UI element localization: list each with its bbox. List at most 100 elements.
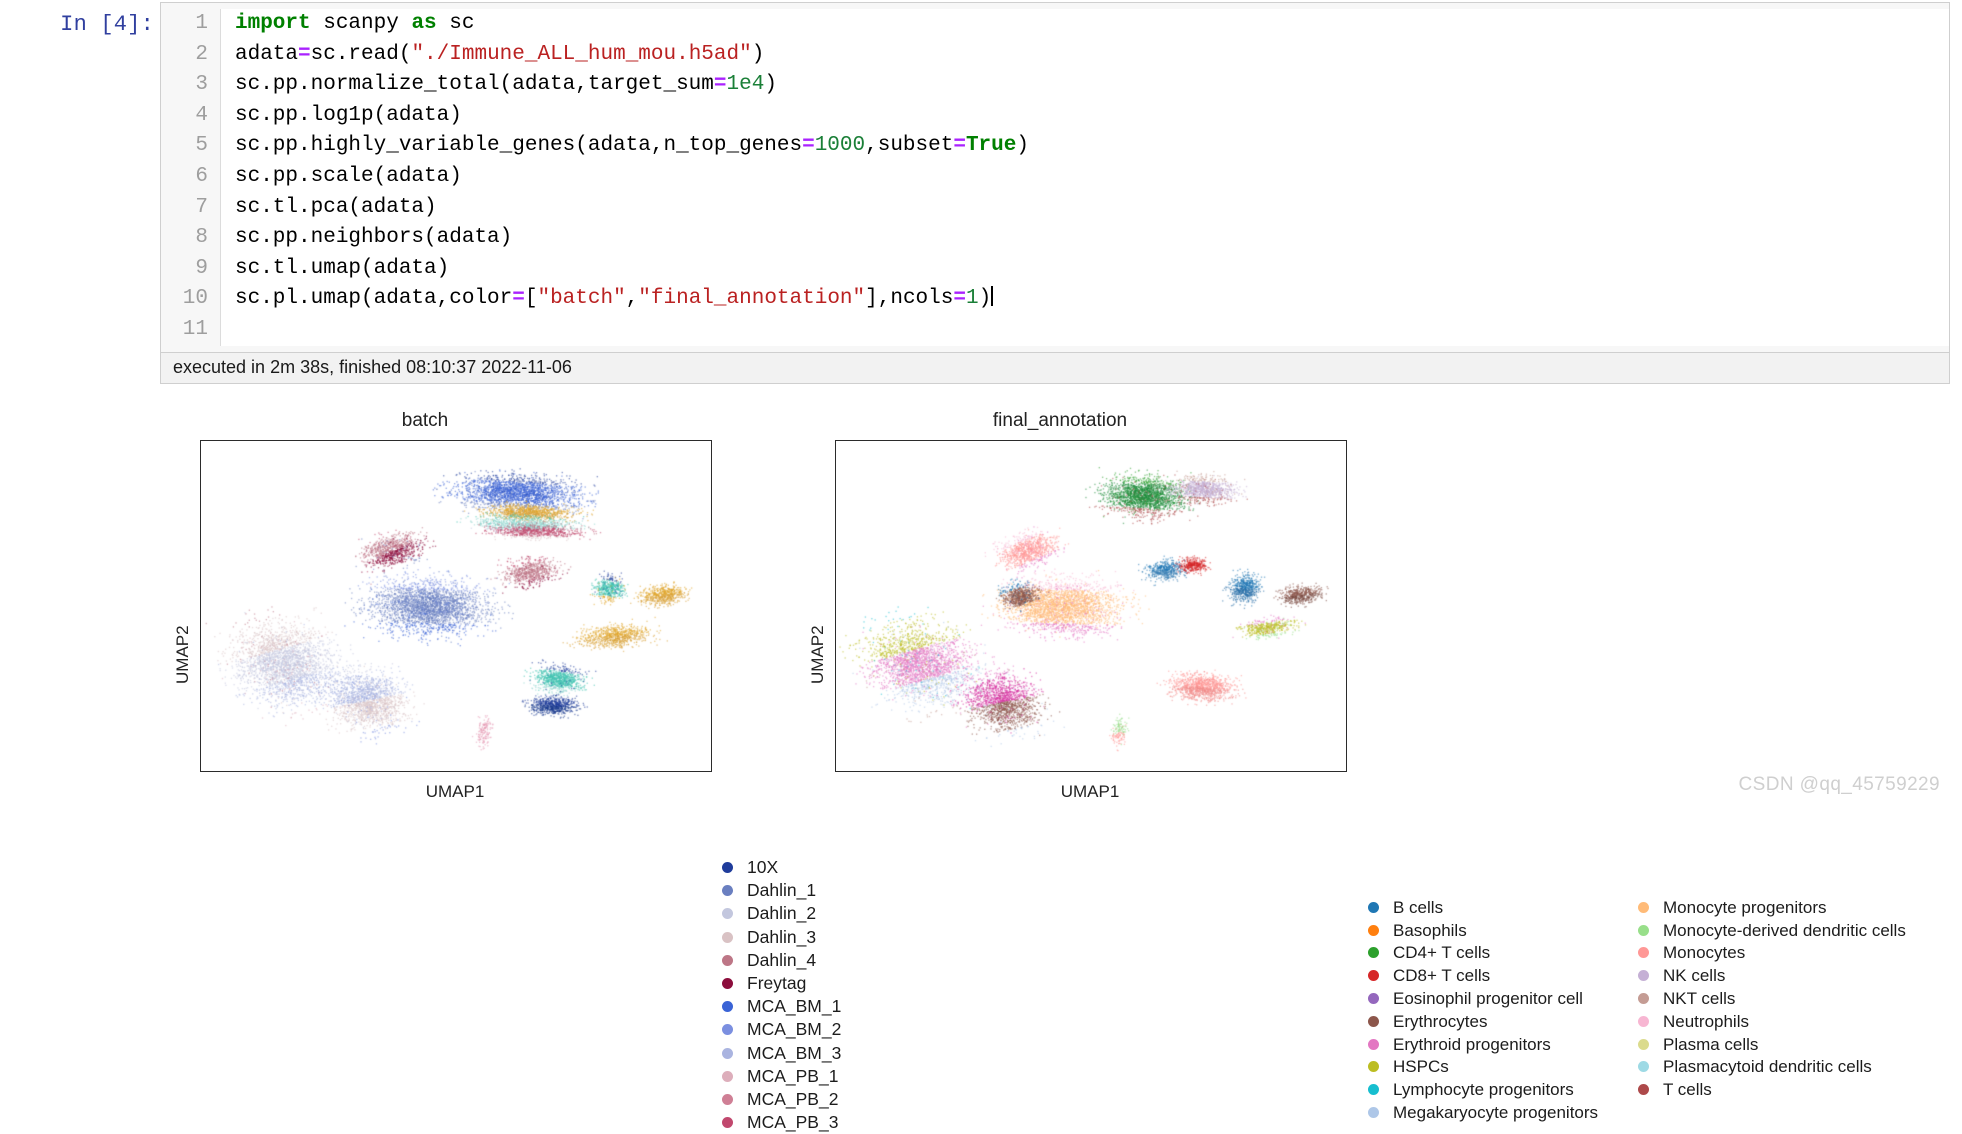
axes-final-annotation	[835, 440, 1347, 772]
legend-color-dot-icon	[722, 1024, 733, 1036]
figure-output: batch UMAP2 UMAP1 10X Dahlin_1 Dahlin_2 Dah…	[0, 404, 1962, 1132]
legend-item-label: MCA_PB_1	[747, 1065, 839, 1086]
code-lines[interactable]: import scanpy as sc adata=sc.read("./Immu…	[221, 9, 1949, 346]
line-number: 2	[195, 42, 208, 66]
legend-color-dot-icon	[1638, 993, 1649, 1005]
cell-prompt-label: In [4]:	[60, 12, 154, 37]
legend-item-label: Plasma cells	[1663, 1034, 1759, 1054]
legend-color-dot-icon	[1638, 947, 1649, 959]
legend-item-label: Monocyte-derived dendritic cells	[1663, 920, 1906, 940]
legend-item-label: Freytag	[747, 972, 807, 993]
legend-item-label: CD4+ T cells	[1393, 943, 1491, 963]
legend-color-dot-icon	[722, 931, 733, 943]
code-line[interactable]: sc.pp.log1p(adata)	[235, 101, 1949, 132]
line-number: 4	[195, 103, 208, 127]
line-number: 9	[195, 256, 208, 280]
legend-item-label: Lymphocyte progenitors	[1393, 1080, 1574, 1100]
legend-color-dot-icon	[722, 1117, 733, 1129]
legend-item-label: MCA_BM_1	[747, 996, 842, 1017]
panel-batch: batch UMAP2 UMAP1	[155, 404, 715, 810]
legend-item: Eosinophil progenitor cell	[1368, 987, 1598, 1010]
code-line[interactable]: sc.pp.normalize_total(adata,target_sum=1…	[235, 70, 1949, 101]
legend-item: HSPCs	[1368, 1056, 1598, 1079]
code-line[interactable]	[235, 315, 1949, 346]
line-number-gutter: 1 2 3 4 5 6 7 8 9 10 11	[161, 9, 221, 346]
legend-item-label: Eosinophil progenitor cell	[1393, 988, 1583, 1008]
legend-item-label: Erythrocytes	[1393, 1011, 1488, 1031]
legend-item: Monocyte-derived dendritic cells	[1638, 919, 1906, 942]
legend-batch: 10X Dahlin_1 Dahlin_2 Dahlin_3 Dahlin_4 Freyt…	[722, 856, 841, 1134]
legend-item: T cells	[1638, 1078, 1906, 1101]
notebook-page: In [4]: 1 2 3 4 5 6 7 8 9 10 11 import scanpy as s…	[0, 0, 1962, 1132]
legend-color-dot-icon	[722, 1001, 733, 1013]
code-line[interactable]: sc.pp.highly_variable_genes(adata,n_top_…	[235, 131, 1949, 162]
legend-item: Monocytes	[1638, 942, 1906, 965]
legend-item: MCA_PB_3	[722, 1111, 841, 1134]
legend-item-label: Dahlin_3	[747, 926, 817, 947]
legend-item: Neutrophils	[1638, 1010, 1906, 1033]
legend-item-label: Dahlin_4	[747, 949, 817, 970]
legend-item-label: NKT cells	[1663, 988, 1736, 1008]
legend-item: Plasma cells	[1638, 1033, 1906, 1056]
legend-color-dot-icon	[722, 978, 733, 990]
legend-item-label: MCA_BM_3	[747, 1042, 842, 1063]
legend-item: NK cells	[1638, 964, 1906, 987]
legend-item-label: Basophils	[1393, 920, 1467, 940]
legend-item-label: MCA_PB_3	[747, 1112, 839, 1133]
code-line[interactable]: sc.tl.umap(adata)	[235, 254, 1949, 285]
legend-color-dot-icon	[722, 1093, 733, 1105]
code-editor[interactable]: 1 2 3 4 5 6 7 8 9 10 11 import scanpy as sc adata=s…	[161, 3, 1949, 352]
legend-item: MCA_PB_2	[722, 1088, 841, 1111]
legend-color-dot-icon	[1368, 1107, 1379, 1119]
legend-color-dot-icon	[1368, 1084, 1379, 1096]
scatter-canvas-batch	[201, 441, 711, 771]
scatter-canvas-final-annotation	[836, 441, 1346, 771]
line-number: 11	[182, 317, 208, 341]
execution-status-text: executed in 2m 38s, finished 08:10:37 20…	[173, 356, 572, 377]
legend-color-dot-icon	[1368, 901, 1379, 913]
legend-color-dot-icon	[1368, 1061, 1379, 1073]
legend-color-dot-icon	[1368, 993, 1379, 1005]
notebook-code-cell: In [4]: 1 2 3 4 5 6 7 8 9 10 11 import scanpy as s…	[0, 0, 1962, 400]
legend-item: Dahlin_2	[722, 902, 841, 925]
legend-item: MCA_BM_1	[722, 995, 841, 1018]
legend-color-dot-icon	[722, 908, 733, 920]
line-number: 8	[195, 226, 208, 250]
legend-item: B cells	[1368, 896, 1598, 919]
legend-final-annotation-column-1: B cells Basophils CD4+ T cells CD8+ T cells…	[1368, 896, 1598, 1124]
legend-item-label: MCA_PB_2	[747, 1088, 839, 1109]
legend-item: Megakaryocyte progenitors	[1368, 1101, 1598, 1124]
code-line[interactable]: sc.pl.umap(adata,color=["batch","final_a…	[235, 284, 1949, 315]
legend-color-dot-icon	[722, 1047, 733, 1059]
axes-batch	[200, 440, 712, 772]
code-line[interactable]: sc.tl.pca(adata)	[235, 193, 1949, 224]
legend-item-label: 10X	[747, 857, 779, 877]
legend-color-dot-icon	[1368, 1038, 1379, 1050]
legend-color-dot-icon	[722, 954, 733, 966]
legend-item: CD4+ T cells	[1368, 942, 1598, 965]
line-number: 1	[195, 12, 208, 35]
legend-item-label: Monocyte progenitors	[1663, 897, 1827, 917]
legend-item-label: B cells	[1393, 897, 1444, 917]
legend-item-label: T cells	[1663, 1080, 1712, 1100]
panel-title-batch: batch	[401, 410, 449, 431]
legend-item: Lymphocyte progenitors	[1368, 1078, 1598, 1101]
legend-item-label: Monocytes	[1663, 943, 1746, 963]
legend-item: Dahlin_3	[722, 926, 841, 949]
legend-item-label: Dahlin_1	[747, 880, 817, 901]
cell-input-area[interactable]: 1 2 3 4 5 6 7 8 9 10 11 import scanpy as sc adata=s…	[160, 2, 1950, 384]
code-line[interactable]: sc.pp.neighbors(adata)	[235, 223, 1949, 254]
code-line[interactable]: adata=sc.read("./Immune_ALL_hum_mou.h5ad…	[235, 40, 1949, 71]
legend-color-dot-icon	[1638, 901, 1649, 913]
line-number: 10	[182, 287, 208, 311]
code-line[interactable]: import scanpy as sc	[235, 9, 1949, 40]
legend-item: Dahlin_1	[722, 879, 841, 902]
legend-item-label: NK cells	[1663, 966, 1726, 986]
legend-item-label: MCA_BM_2	[747, 1019, 842, 1040]
code-line[interactable]: sc.pp.scale(adata)	[235, 162, 1949, 193]
legend-item: NKT cells	[1638, 987, 1906, 1010]
legend-item-label: Megakaryocyte progenitors	[1393, 1102, 1599, 1122]
legend-item: Freytag	[722, 972, 841, 995]
legend-item: Dahlin_4	[722, 949, 841, 972]
legend-final-annotation-column-2: Monocyte progenitors Monocyte-derived den…	[1638, 896, 1906, 1101]
